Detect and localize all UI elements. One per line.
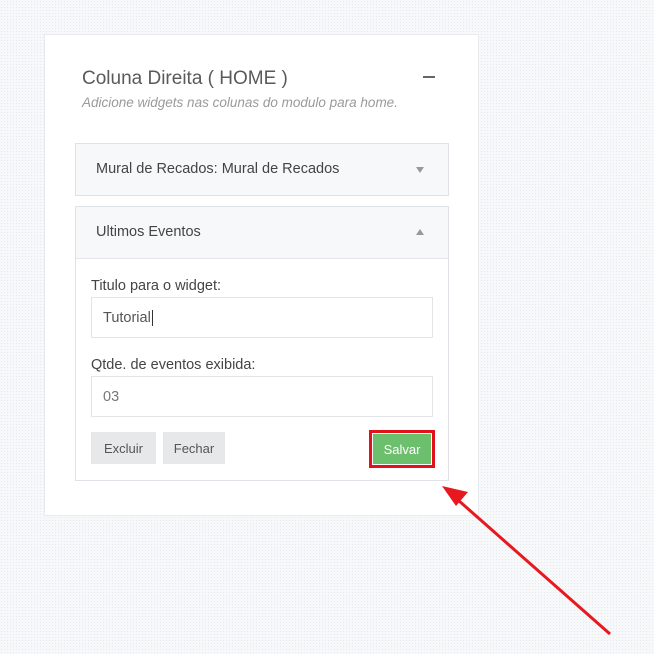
arrow-head: [442, 486, 468, 506]
red-arrow-annotation: [442, 486, 611, 636]
arrow-shaft: [457, 498, 611, 636]
